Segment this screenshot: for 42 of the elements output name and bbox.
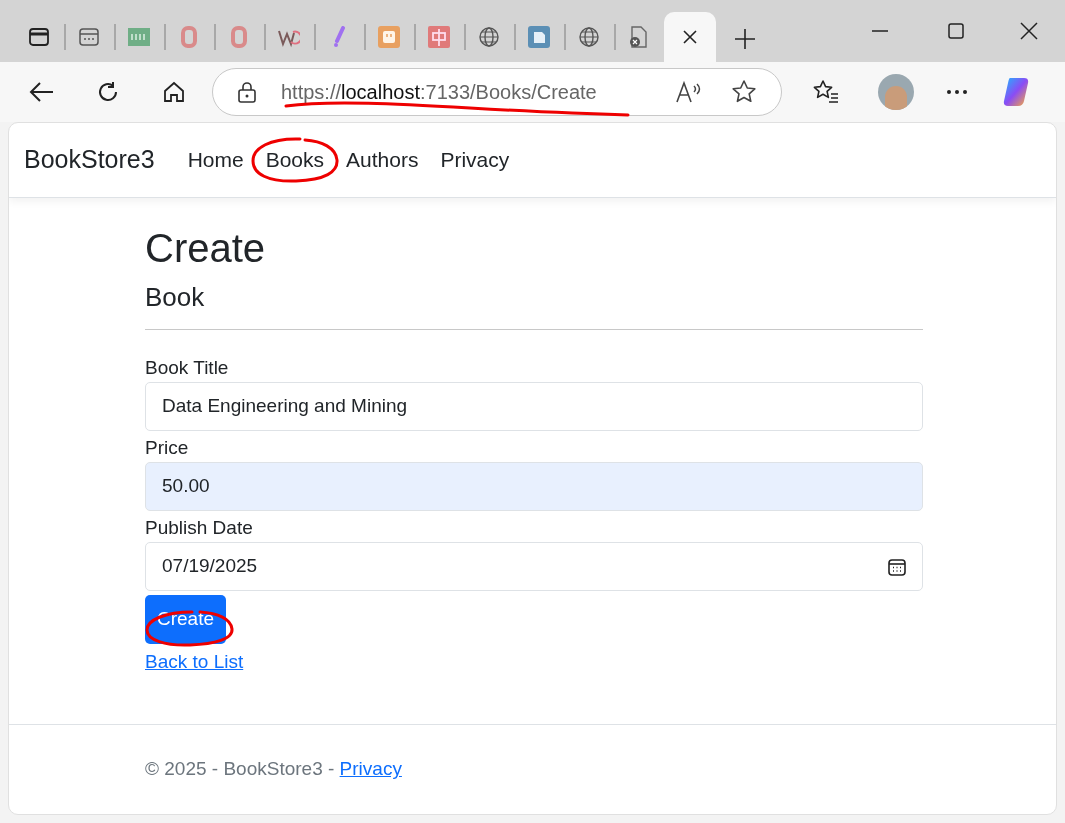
home-icon[interactable] (162, 80, 186, 104)
brand-link[interactable]: BookStore3 (24, 141, 155, 179)
address-bar[interactable]: https://localhost:7133/Books/Create (212, 68, 782, 116)
favorites-icon[interactable] (812, 79, 840, 105)
more-icon[interactable] (946, 89, 968, 95)
globe-icon (578, 26, 600, 48)
reload-icon[interactable] (96, 80, 120, 104)
nav-link[interactable]: Authors (335, 144, 430, 176)
back-icon[interactable] (29, 81, 55, 103)
note-square-icon (528, 26, 550, 48)
lock-icon (237, 81, 257, 103)
maximize-icon[interactable] (948, 23, 964, 39)
back-to-list-link[interactable]: Back to List (145, 651, 244, 673)
page-icon (78, 26, 100, 48)
field-label: Book Title (145, 356, 230, 381)
input-field[interactable]: 50.00 (145, 462, 923, 512)
document-error-icon (628, 26, 650, 48)
footer-text: © 2025 - BookStore3 - (145, 757, 336, 782)
field-label: Publish Date (145, 516, 254, 541)
ring-icon (228, 26, 250, 48)
cross-square-icon (428, 26, 450, 48)
striped-square-icon (128, 26, 150, 48)
plug-icon (378, 26, 400, 48)
page-heading: Create (145, 225, 267, 272)
ring-icon (178, 26, 200, 48)
favorite-star-icon[interactable] (731, 79, 757, 105)
sidebar-icon (28, 26, 50, 48)
nav-link[interactable]: Privacy (429, 144, 521, 176)
close-tab-icon[interactable] (683, 30, 697, 44)
page-subheading: Book (145, 282, 206, 314)
new-tab-icon[interactable] (734, 28, 756, 50)
globe-icon (478, 26, 500, 48)
date-field[interactable]: 07/19/2025 (145, 542, 923, 592)
field-label: Price (145, 436, 190, 461)
url-text: https://localhost:7133/Books/Create (281, 80, 597, 105)
calendar-icon[interactable] (888, 557, 906, 576)
close-icon[interactable] (1020, 22, 1038, 40)
input-field[interactable]: Data Engineering and Mining (145, 382, 923, 432)
read-aloud-icon[interactable] (675, 80, 703, 104)
nav-link[interactable]: Home (176, 144, 255, 176)
nav-link[interactable]: Books (254, 144, 336, 176)
footer-privacy-link[interactable]: Privacy (339, 755, 402, 784)
